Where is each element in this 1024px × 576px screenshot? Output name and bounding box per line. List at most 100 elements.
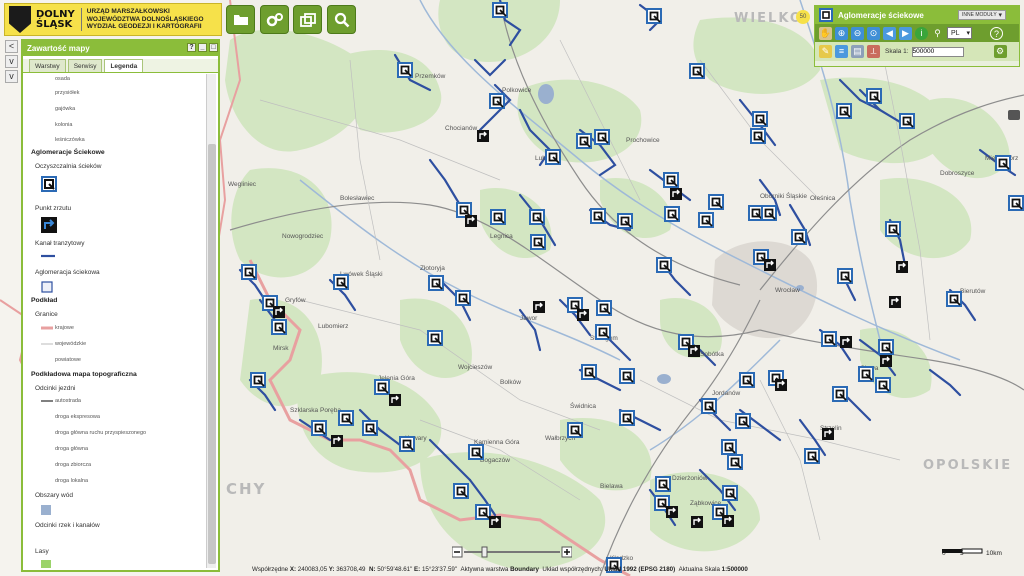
tab-serwisy[interactable]: Serwisy [67, 59, 103, 72]
discharge-point-marker[interactable] [489, 516, 501, 528]
treatment-plant-marker[interactable] [708, 194, 724, 210]
treatment-plant-marker[interactable] [492, 2, 508, 18]
treatment-plant-marker[interactable] [567, 422, 583, 438]
treatment-plant-marker[interactable] [490, 209, 506, 225]
discharge-point-marker[interactable] [722, 515, 734, 527]
tab-legenda[interactable]: Legenda [104, 59, 144, 72]
treatment-plant-marker[interactable] [595, 324, 611, 340]
zoom-in-icon[interactable]: ⊕ [835, 26, 848, 40]
discharge-point-marker[interactable] [533, 301, 545, 313]
discharge-point-marker[interactable] [666, 506, 678, 518]
discharge-point-marker[interactable] [822, 428, 834, 440]
discharge-point-marker[interactable] [465, 215, 477, 227]
treatment-plant-marker[interactable] [590, 208, 606, 224]
pencil-icon[interactable]: ✎ [819, 45, 832, 58]
treatment-plant-marker[interactable] [655, 476, 671, 492]
layers-icon[interactable]: ≡ [835, 45, 848, 58]
legend-scrollbar[interactable] [206, 74, 216, 568]
comment-icon[interactable] [1008, 110, 1020, 120]
treatment-plant-marker[interactable] [899, 113, 915, 129]
treatment-plant-marker[interactable] [875, 377, 891, 393]
windows-button[interactable] [293, 5, 322, 34]
discharge-point-marker[interactable] [880, 355, 892, 367]
header-logo[interactable]: DOLNY ŚLĄSK URZĄD MARSZAŁKOWSKI WOJEWÓDZ… [4, 3, 222, 36]
binoculars-icon[interactable]: ⚲ [931, 26, 944, 40]
treatment-plant-marker[interactable] [689, 63, 705, 79]
treatment-plant-marker[interactable] [399, 436, 415, 452]
treatment-plant-marker[interactable] [250, 372, 266, 388]
treatment-plant-marker[interactable] [241, 264, 257, 280]
open-folder-button[interactable] [226, 5, 255, 34]
scale-input[interactable] [911, 46, 964, 57]
treatment-plant-marker[interactable] [750, 128, 766, 144]
treatment-plant-marker[interactable] [866, 88, 882, 104]
treatment-plant-marker[interactable] [663, 172, 679, 188]
tab-warstwy[interactable]: Warstwy [29, 59, 66, 72]
collapse-panel-button[interactable]: < [5, 40, 18, 53]
treatment-plant-marker[interactable] [858, 366, 874, 382]
wrench-icon[interactable]: ⚙ [993, 45, 1007, 58]
treatment-plant-marker[interactable] [698, 212, 714, 228]
zoom-extent-icon[interactable]: ⊙ [867, 26, 880, 40]
treatment-plant-marker[interactable] [545, 149, 561, 165]
treatment-plant-marker[interactable] [594, 129, 610, 145]
treatment-plant-marker[interactable] [791, 229, 807, 245]
treatment-plant-marker[interactable] [885, 221, 901, 237]
treatment-plant-marker[interactable] [475, 504, 491, 520]
search-button[interactable] [327, 5, 356, 34]
down-arrow-button[interactable]: v [5, 70, 18, 83]
treatment-plant-marker[interactable] [837, 268, 853, 284]
treatment-plant-marker[interactable] [455, 290, 471, 306]
treatment-plant-marker[interactable] [596, 300, 612, 316]
discharge-point-marker[interactable] [691, 516, 703, 528]
discharge-point-marker[interactable] [896, 261, 908, 273]
language-select[interactable]: PL ▾ [947, 27, 972, 39]
treatment-plant-marker[interactable] [739, 372, 755, 388]
maximize-button[interactable]: □ [209, 43, 218, 52]
treatment-plant-marker[interactable] [752, 111, 768, 127]
treatment-plant-marker[interactable] [456, 202, 472, 218]
treatment-plant-marker[interactable] [530, 234, 546, 250]
treatment-plant-marker[interactable] [489, 93, 505, 109]
discharge-point-marker[interactable] [688, 345, 700, 357]
treatment-plant-marker[interactable] [311, 420, 327, 436]
treatment-plant-marker[interactable] [374, 379, 390, 395]
discharge-point-marker[interactable] [273, 306, 285, 318]
treatment-plant-marker[interactable] [761, 205, 777, 221]
discharge-point-marker[interactable] [889, 296, 901, 308]
treatment-plant-marker[interactable] [1008, 195, 1024, 211]
treatment-plant-marker[interactable] [748, 205, 764, 221]
discharge-point-marker[interactable] [389, 394, 401, 406]
treatment-plant-marker[interactable] [995, 155, 1011, 171]
treatment-plant-marker[interactable] [836, 103, 852, 119]
zoom-out-icon[interactable]: ⊖ [851, 26, 864, 40]
treatment-plant-marker[interactable] [453, 483, 469, 499]
treatment-plant-marker[interactable] [619, 410, 635, 426]
other-modules-dropdown[interactable]: INNE MODUŁY ▾ [958, 10, 1006, 20]
discharge-point-marker[interactable] [840, 336, 852, 348]
treatment-plant-marker[interactable] [362, 420, 378, 436]
discharge-point-marker[interactable] [670, 188, 682, 200]
settings-button[interactable] [260, 5, 289, 34]
treatment-plant-marker[interactable] [619, 368, 635, 384]
treatment-plant-marker[interactable] [271, 319, 287, 335]
zoom-badge-icon[interactable]: 50 [796, 10, 810, 24]
treatment-plant-marker[interactable] [804, 448, 820, 464]
treatment-plant-marker[interactable] [333, 274, 349, 290]
treatment-plant-marker[interactable] [468, 444, 484, 460]
treatment-plant-marker[interactable] [428, 275, 444, 291]
treatment-plant-marker[interactable] [427, 330, 443, 346]
scrollbar-thumb[interactable] [208, 144, 216, 564]
treatment-plant-marker[interactable] [878, 339, 894, 355]
treatment-plant-marker[interactable] [529, 209, 545, 225]
treatment-plant-marker[interactable] [821, 331, 837, 347]
treatment-plant-marker[interactable] [946, 291, 962, 307]
help-icon[interactable]: ? [990, 26, 1003, 40]
info-icon[interactable]: i [915, 26, 928, 40]
discharge-point-marker[interactable] [477, 130, 489, 142]
treatment-plant-marker[interactable] [617, 213, 633, 229]
minimize-button[interactable]: _ [198, 43, 207, 52]
treatment-plant-marker[interactable] [397, 62, 413, 78]
forward-arrow-icon[interactable]: ▶ [899, 26, 912, 40]
treatment-plant-marker[interactable] [656, 257, 672, 273]
